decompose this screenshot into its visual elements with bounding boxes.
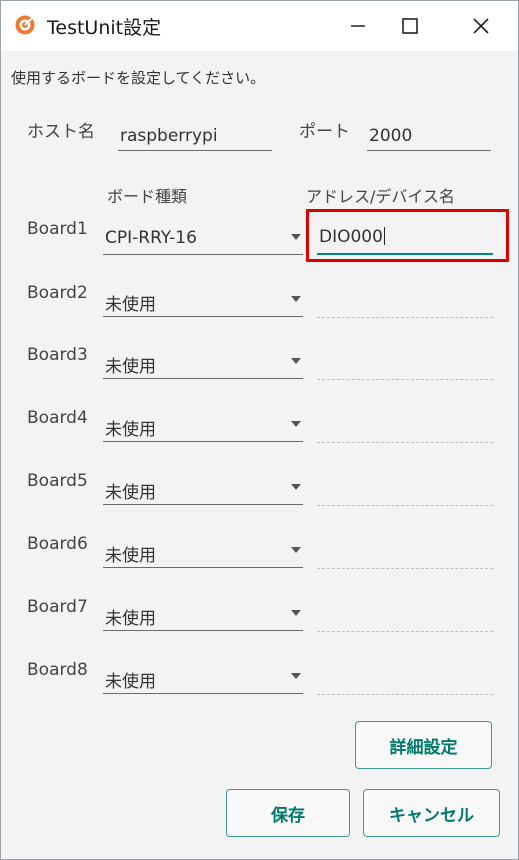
- maximize-button[interactable]: [387, 1, 435, 51]
- board7-type-value: 未使用: [105, 609, 156, 629]
- board7-address-input: [317, 630, 493, 632]
- chevron-down-icon: [291, 234, 301, 240]
- save-button[interactable]: 保存: [226, 789, 350, 837]
- board3-address-input: [317, 378, 493, 380]
- board2-type-select[interactable]: 未使用: [103, 281, 303, 317]
- board6-type-value: 未使用: [105, 546, 156, 566]
- minimize-button[interactable]: [335, 1, 383, 51]
- host-value: raspberrypi: [120, 126, 218, 146]
- cancel-button[interactable]: キャンセル: [363, 789, 500, 837]
- board7-type-select[interactable]: 未使用: [103, 595, 303, 631]
- board8-address-input: [317, 693, 493, 695]
- chevron-down-icon: [291, 484, 301, 490]
- board2-address-input: [317, 316, 493, 318]
- board1-type-select[interactable]: CPI-RRY-16: [103, 219, 303, 255]
- instruction-text: 使用するボードを設定してください。: [11, 69, 266, 87]
- board4-type-select[interactable]: 未使用: [103, 406, 303, 442]
- board1-label: Board1: [27, 219, 88, 239]
- text-caret: [383, 227, 385, 245]
- host-label: ホスト名: [27, 122, 95, 142]
- port-field[interactable]: 2000: [367, 119, 491, 151]
- board8-type-select[interactable]: 未使用: [103, 658, 303, 694]
- dialog-body: 使用するボードを設定してください。 ホスト名 raspberrypi ポート 2…: [1, 51, 518, 859]
- board1-address-input[interactable]: DIO000: [317, 219, 493, 255]
- close-button[interactable]: [457, 1, 505, 51]
- board2-type-value: 未使用: [105, 295, 156, 315]
- app-target-icon: [15, 15, 35, 35]
- chevron-down-icon: [291, 673, 301, 679]
- port-label: ポート: [299, 122, 350, 142]
- board1-address-value: DIO000: [319, 227, 383, 247]
- board6-type-select[interactable]: 未使用: [103, 532, 303, 568]
- board3-type-value: 未使用: [105, 357, 156, 377]
- chevron-down-icon: [291, 547, 301, 553]
- board6-address-input: [317, 567, 493, 569]
- board4-label: Board4: [27, 408, 88, 428]
- chevron-down-icon: [291, 610, 301, 616]
- chevron-down-icon: [291, 358, 301, 364]
- board6-label: Board6: [27, 534, 88, 554]
- details-button[interactable]: 詳細設定: [355, 721, 492, 769]
- settings-window: TestUnit設定 使用するボードを設定してください。 ホスト名 raspbe…: [0, 0, 519, 860]
- board8-type-value: 未使用: [105, 672, 156, 692]
- window-title: TestUnit設定: [47, 17, 162, 39]
- address-header: アドレス/デバイス名: [306, 187, 455, 206]
- board8-label: Board8: [27, 660, 88, 680]
- board3-label: Board3: [27, 345, 88, 365]
- maximize-icon: [402, 18, 418, 34]
- board-type-header: ボード種類: [107, 187, 188, 206]
- board2-label: Board2: [27, 283, 88, 303]
- board1-type-value: CPI-RRY-16: [105, 228, 197, 248]
- host-field[interactable]: raspberrypi: [118, 119, 272, 151]
- board4-type-value: 未使用: [105, 420, 156, 440]
- minimize-icon: [351, 25, 365, 27]
- chevron-down-icon: [291, 296, 301, 302]
- board5-label: Board5: [27, 471, 88, 491]
- port-value: 2000: [369, 126, 413, 146]
- board3-type-select[interactable]: 未使用: [103, 343, 303, 379]
- board7-label: Board7: [27, 597, 88, 617]
- title-bar: TestUnit設定: [1, 1, 518, 51]
- chevron-down-icon: [291, 421, 301, 427]
- board5-address-input: [317, 504, 493, 506]
- board4-address-input: [317, 441, 493, 443]
- board5-type-value: 未使用: [105, 483, 156, 503]
- board5-type-select[interactable]: 未使用: [103, 469, 303, 505]
- close-icon: [473, 18, 489, 34]
